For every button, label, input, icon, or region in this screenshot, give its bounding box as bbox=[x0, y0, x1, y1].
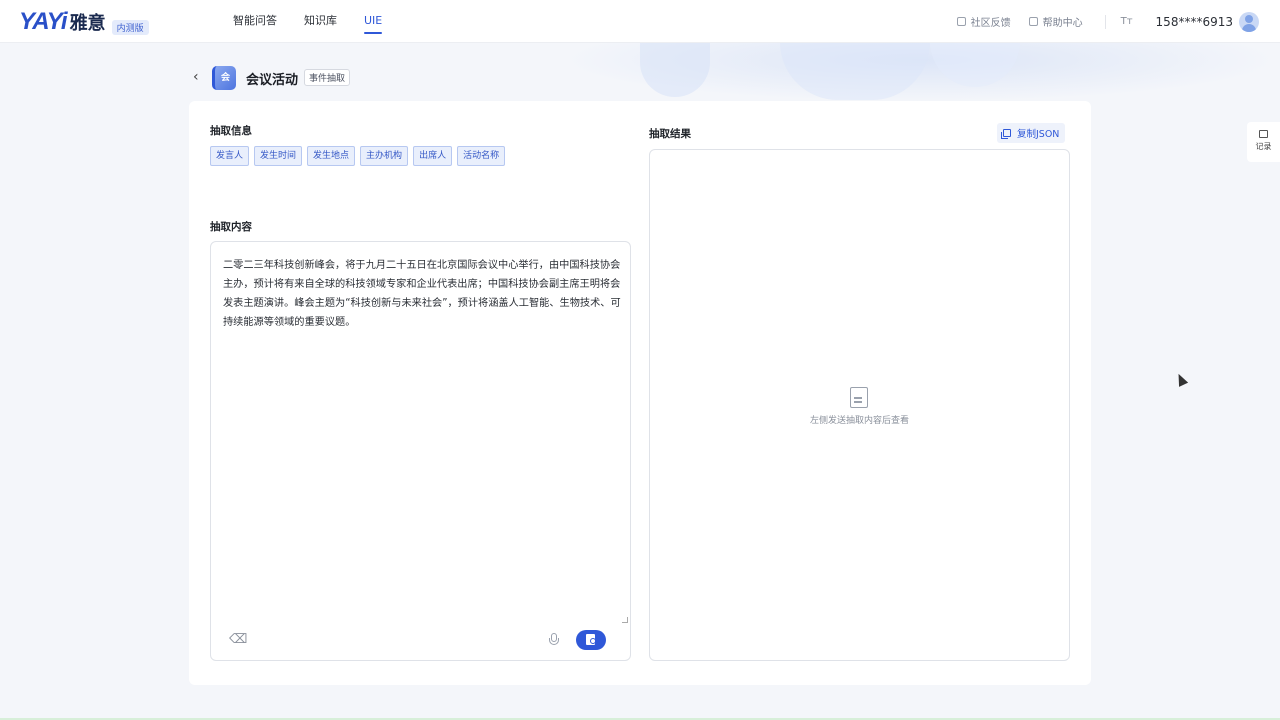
field-tag[interactable]: 主办机构 bbox=[360, 146, 409, 166]
nav-item-smart-qa[interactable]: 智能问答 bbox=[233, 0, 277, 43]
avatar[interactable] bbox=[1239, 11, 1259, 32]
extract-field-tags: 发言人 发生时间 发生地点 主办机构 出席人 活动名称 bbox=[210, 146, 510, 166]
extract-info-label: 抽取信息 bbox=[210, 125, 252, 137]
clear-broom-icon[interactable]: ⌫ bbox=[229, 632, 247, 648]
field-tag[interactable]: 发生地点 bbox=[307, 146, 356, 166]
page-title: 会议活动 bbox=[246, 73, 299, 88]
main-nav: 智能问答 知识库 UIE bbox=[233, 0, 409, 43]
copy-json-button[interactable]: 复制JSON bbox=[997, 123, 1066, 143]
font-size-icon[interactable]: Tт bbox=[1121, 16, 1133, 27]
microphone-icon[interactable] bbox=[546, 632, 562, 648]
extract-content-label: 抽取内容 bbox=[210, 221, 252, 233]
mouse-cursor-icon bbox=[1174, 371, 1189, 387]
help-center-label: 帮助中心 bbox=[1042, 18, 1083, 29]
help-doc-icon bbox=[1028, 17, 1038, 26]
empty-document-icon bbox=[850, 387, 868, 408]
beta-badge: 内测版 bbox=[111, 19, 149, 35]
copy-icon bbox=[1001, 129, 1011, 139]
feedback-icon bbox=[956, 17, 966, 26]
resize-handle[interactable] bbox=[622, 617, 628, 623]
empty-state-text: 左侧发送抽取内容后查看 bbox=[809, 416, 909, 426]
community-feedback-label: 社区反馈 bbox=[970, 18, 1011, 29]
background-decoration bbox=[640, 42, 710, 97]
background-decoration bbox=[930, 42, 1020, 87]
brand-logo[interactable]: YAYi 雅意 内测版 bbox=[19, 8, 149, 36]
field-tag[interactable]: 活动名称 bbox=[457, 146, 506, 166]
records-side-button[interactable]: 记录 bbox=[1247, 122, 1280, 162]
back-arrow-icon[interactable]: ‹ bbox=[193, 70, 205, 84]
user-phone[interactable]: 158****6913 bbox=[1156, 15, 1233, 29]
task-type-tag: 事件抽取 bbox=[304, 69, 351, 86]
extract-result-label: 抽取结果 bbox=[649, 128, 691, 140]
header-divider bbox=[1104, 14, 1106, 29]
community-feedback-link[interactable]: 社区反馈 bbox=[956, 14, 1011, 29]
logo-chinese-name: 雅意 bbox=[69, 13, 106, 34]
field-tag[interactable]: 出席人 bbox=[413, 146, 453, 166]
extract-result-panel: 左侧发送抽取内容后查看 bbox=[649, 149, 1070, 661]
records-icon bbox=[1259, 130, 1268, 138]
extract-send-button[interactable] bbox=[576, 630, 606, 650]
background-decoration bbox=[780, 42, 930, 100]
extract-content-input[interactable]: 二零二三年科技创新峰会，将于九月二十五日在北京国际会议中心举行，由中国科技协会主… bbox=[210, 241, 631, 661]
copy-json-label: 复制JSON bbox=[1017, 129, 1060, 140]
nav-item-uie[interactable]: UIE bbox=[364, 0, 383, 43]
records-label: 记录 bbox=[1255, 142, 1272, 151]
nav-item-knowledge-base[interactable]: 知识库 bbox=[304, 0, 337, 43]
meeting-app-icon: 会 bbox=[212, 66, 236, 90]
extract-content-text[interactable]: 二零二三年科技创新峰会，将于九月二十五日在北京国际会议中心举行，由中国科技协会主… bbox=[223, 256, 621, 332]
field-tag[interactable]: 发言人 bbox=[210, 146, 250, 166]
logo-wordmark: YAYi bbox=[19, 8, 68, 35]
top-header: YAYi 雅意 内测版 智能问答 知识库 UIE 社区反馈 帮助中心 Tт 15… bbox=[0, 0, 1280, 43]
main-card: 抽取信息 发言人 发生时间 发生地点 主办机构 出席人 活动名称 抽取内容 二零… bbox=[189, 101, 1091, 685]
header-actions: 社区反馈 帮助中心 Tт 158****6913 bbox=[939, 0, 1259, 43]
help-center-link[interactable]: 帮助中心 bbox=[1028, 14, 1083, 29]
field-tag[interactable]: 发生时间 bbox=[254, 146, 303, 166]
